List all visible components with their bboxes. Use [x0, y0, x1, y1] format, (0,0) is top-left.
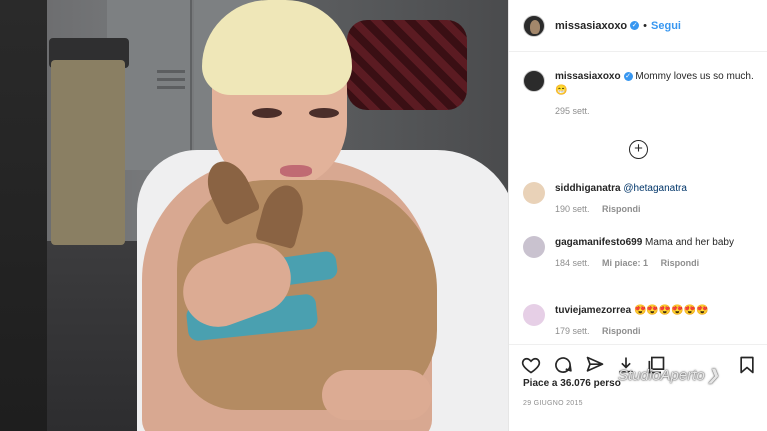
photo-eye — [252, 108, 282, 118]
comment-time[interactable]: 179 sett. — [555, 326, 590, 336]
comment-username[interactable]: siddhiganatra — [555, 183, 621, 194]
post-date: 29 GIUGNO 2015 — [523, 400, 583, 407]
avatar[interactable] — [523, 304, 545, 326]
photo-vent — [157, 86, 185, 89]
comment-row: gagamanifesto699 Mama and her baby 184 s… — [523, 236, 755, 270]
comments-section: missasiaxoxo ✓ Mommy loves us so much. 😁 2… — [509, 52, 767, 344]
video-left-border — [0, 0, 47, 431]
reply-button[interactable]: Rispondi — [602, 204, 641, 214]
tv-watermark: StudioAperto ❯ — [618, 366, 719, 384]
watermark-text: StudioAperto — [618, 367, 705, 384]
comment-username[interactable]: gagamanifesto699 — [555, 237, 642, 248]
caption-username[interactable]: missasiaxoxo — [555, 71, 621, 82]
bookmark-icon[interactable] — [737, 355, 757, 375]
photo-eye — [309, 108, 339, 118]
post-header: missasiaxoxo ✓ • Segui — [509, 0, 767, 52]
comment-username[interactable]: tuviejamezorrea — [555, 305, 631, 316]
comment-icon[interactable] — [553, 355, 573, 375]
comment-meta: 184 sett. Mi piace: 1 Rispondi — [555, 256, 755, 270]
follow-button[interactable]: Segui — [651, 20, 681, 32]
comment-row: tuviejamezorrea 😍😍😍😍😍😍 179 sett. Rispond… — [523, 304, 755, 338]
reply-button[interactable]: Rispondi — [602, 326, 641, 336]
chevron-right-icon: ❯ — [706, 367, 720, 384]
avatar[interactable] — [523, 236, 545, 258]
comment-time[interactable]: 190 sett. — [555, 204, 590, 214]
likes-count[interactable]: Piace a 36.076 perso — [523, 378, 621, 389]
photo-hand — [322, 370, 432, 420]
comment-time[interactable]: 184 sett. — [555, 258, 590, 268]
caption-emoji: 😁 — [555, 85, 568, 96]
comment-text-block: gagamanifesto699 Mama and her baby 184 s… — [555, 236, 755, 270]
caption-text-block: missasiaxoxo ✓ Mommy loves us so much. 😁 2… — [555, 70, 755, 118]
plus-circle-icon[interactable]: + — [629, 140, 648, 159]
photo-plaid-bag — [347, 20, 467, 110]
comment-likes[interactable]: Mi piace: 1 — [602, 258, 648, 268]
separator-dot: • — [643, 19, 648, 32]
comment-mention[interactable]: @hetaganatra — [623, 183, 687, 194]
comment-text-block: tuviejamezorrea 😍😍😍😍😍😍 179 sett. Rispond… — [555, 304, 755, 338]
caption-row: missasiaxoxo ✓ Mommy loves us so much. 😁 2… — [523, 70, 755, 118]
heart-icon[interactable] — [521, 355, 541, 375]
comment-meta: 190 sett. Rispondi — [555, 202, 755, 216]
comment-text: Mama and her baby — [645, 237, 734, 248]
avatar[interactable] — [523, 14, 545, 37]
caption-text: Mommy loves us so much. — [635, 71, 754, 82]
avatar[interactable] — [523, 70, 545, 92]
avatar[interactable] — [523, 182, 545, 204]
reply-button[interactable]: Rispondi — [661, 258, 700, 268]
photo-vent — [157, 78, 185, 81]
photo-vent — [157, 70, 185, 73]
caption-time[interactable]: 295 sett. — [555, 106, 590, 116]
share-icon[interactable] — [585, 355, 605, 375]
verified-badge-icon: ✓ — [623, 72, 633, 81]
comment-row: siddhiganatra @hetaganatra 190 sett. Ris… — [523, 182, 755, 216]
post-photo[interactable] — [47, 0, 508, 431]
comment-meta: 179 sett. Rispondi — [555, 324, 755, 338]
verified-badge-icon: ✓ — [630, 21, 640, 30]
comment-text: 😍😍😍😍😍😍 — [633, 305, 709, 316]
photo-lips — [280, 165, 312, 177]
comment-text-block: siddhiganatra @hetaganatra 190 sett. Ris… — [555, 182, 755, 216]
caption-meta: 295 sett. — [555, 104, 755, 118]
post-username[interactable]: missasiaxoxo — [555, 20, 627, 32]
photo-bin — [51, 60, 125, 245]
